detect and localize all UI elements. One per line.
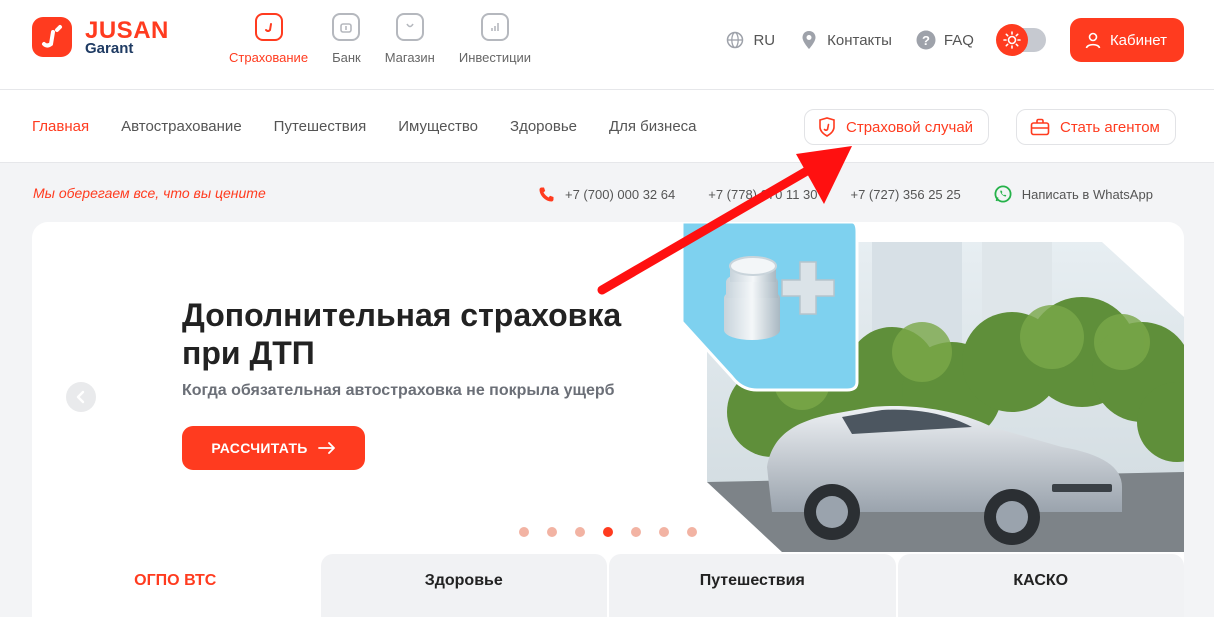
subnav-health[interactable]: Здоровье: [510, 118, 577, 135]
nav-shop[interactable]: Магазин: [385, 13, 435, 65]
carousel-dot[interactable]: [631, 527, 641, 537]
tab-travel[interactable]: Путешествия: [609, 554, 896, 617]
calculate-button[interactable]: РАССЧИТАТЬ: [182, 426, 365, 470]
top-header: JUSAN Garant Страхование Банк Магазин Ин…: [0, 0, 1214, 90]
tab-health[interactable]: Здоровье: [320, 554, 607, 617]
sub-nav: Главная Автострахование Путешествия Имущ…: [32, 118, 729, 135]
nav-insurance[interactable]: Страхование: [229, 13, 308, 65]
subnav-travel[interactable]: Путешествия: [274, 118, 367, 135]
nav-investments[interactable]: Инвестиции: [459, 13, 531, 65]
nav-bank-label: Банк: [332, 50, 361, 65]
subnav-property[interactable]: Имущество: [398, 118, 478, 135]
logo-mark-icon: [32, 17, 72, 57]
nav-insurance-label: Страхование: [229, 50, 309, 65]
cabinet-label: Кабинет: [1109, 31, 1167, 49]
sun-icon: [995, 24, 1028, 56]
tab-ogpo-vts[interactable]: ОГПО ВТС: [32, 554, 319, 617]
tab-health-label: Здоровье: [424, 571, 503, 589]
whatsapp-link[interactable]: Написать в WhatsApp: [994, 185, 1153, 203]
sub-header: Главная Автострахование Путешествия Имущ…: [0, 90, 1214, 163]
theme-toggle[interactable]: [995, 24, 1046, 56]
shield-icon: [254, 13, 283, 41]
carousel-dots: [519, 527, 697, 537]
location-pin-icon: [799, 30, 819, 50]
tab-kasko[interactable]: КАСКО: [897, 554, 1184, 617]
cabinet-button[interactable]: Кабинет: [1069, 18, 1184, 62]
phone-link-3[interactable]: +7 (727) 356 25 25: [851, 187, 961, 202]
faq-link[interactable]: ? FAQ: [916, 30, 974, 50]
hero-title: Дополнительная страховка при ДТП: [182, 297, 622, 371]
insurance-case-button[interactable]: Страховой случай: [804, 109, 990, 145]
language-label: RU: [753, 31, 776, 49]
insurance-case-label: Страховой случай: [846, 118, 974, 136]
whatsapp-icon: [994, 185, 1012, 203]
phone-number-2: +7 (778) 070 11 30: [708, 186, 818, 202]
subnav-home[interactable]: Главная: [32, 118, 89, 135]
shield-icon: [818, 117, 836, 137]
product-tabs: ОГПО ВТС Здоровье Путешествия КАСКО: [32, 554, 1184, 617]
contacts-label: Контакты: [827, 31, 892, 49]
nav-investments-label: Инвестиции: [458, 50, 532, 65]
user-icon: [1084, 31, 1102, 49]
svg-text:?: ?: [922, 33, 930, 48]
shopping-bag-icon: [395, 13, 424, 41]
tagline: Мы оберегаем все, что вы цените: [33, 185, 266, 201]
tab-ogpo-vts-label: ОГПО ВТС: [134, 571, 217, 589]
phone-number-3: +7 (727) 356 25 25: [850, 186, 961, 202]
language-switch[interactable]: RU: [725, 30, 775, 50]
phone-link-2[interactable]: +7 (778) 070 11 30: [708, 187, 817, 202]
become-agent-button[interactable]: Стать агентом: [1016, 109, 1176, 145]
chart-icon: [480, 13, 509, 41]
carousel-dot-active[interactable]: [603, 527, 613, 537]
main-nav: Страхование Банк Магазин Инвестиции: [229, 13, 555, 65]
phone-number-1: +7 (700) 000 32 64: [565, 186, 676, 202]
carousel-prev-button[interactable]: [66, 382, 96, 412]
briefcase-icon: [1030, 118, 1050, 136]
arrow-right-icon: [317, 442, 336, 454]
hero-subtitle: Когда обязательная автостраховка не покр…: [182, 382, 615, 399]
calculate-label: РАССЧИТАТЬ: [211, 440, 308, 456]
chevron-left-icon: [76, 390, 85, 404]
bank-icon: [332, 13, 361, 41]
logo[interactable]: JUSAN Garant: [32, 17, 169, 57]
phone-link-1[interactable]: +7 (700) 000 32 64: [538, 186, 675, 203]
become-agent-label: Стать агентом: [1060, 118, 1160, 136]
subnav-business[interactable]: Для бизнеса: [609, 118, 697, 135]
carousel-dot[interactable]: [575, 527, 585, 537]
hero-car-illustration: [682, 222, 1184, 552]
brand-name: JUSAN: [85, 16, 169, 44]
globe-icon: [725, 30, 745, 50]
subnav-auto[interactable]: Автострахование: [121, 118, 242, 135]
faq-label: FAQ: [943, 31, 974, 49]
header-actions: RU Контакты ? FAQ Кабинет: [725, 18, 1184, 62]
carousel-dot[interactable]: [659, 527, 669, 537]
tab-travel-label: Путешествия: [699, 571, 805, 589]
contacts-link[interactable]: Контакты: [799, 30, 892, 50]
carousel-dot[interactable]: [547, 527, 557, 537]
phone-icon: [538, 186, 555, 203]
tab-kasko-label: КАСКО: [1013, 571, 1069, 589]
nav-shop-label: Магазин: [384, 50, 435, 65]
contact-strip: +7 (700) 000 32 64 +7 (778) 070 11 30 +7…: [538, 185, 1153, 203]
question-icon: ?: [916, 30, 936, 50]
nav-bank[interactable]: Банк: [332, 13, 361, 65]
carousel-dot[interactable]: [519, 527, 529, 537]
whatsapp-label: Написать в WhatsApp: [1021, 186, 1153, 202]
